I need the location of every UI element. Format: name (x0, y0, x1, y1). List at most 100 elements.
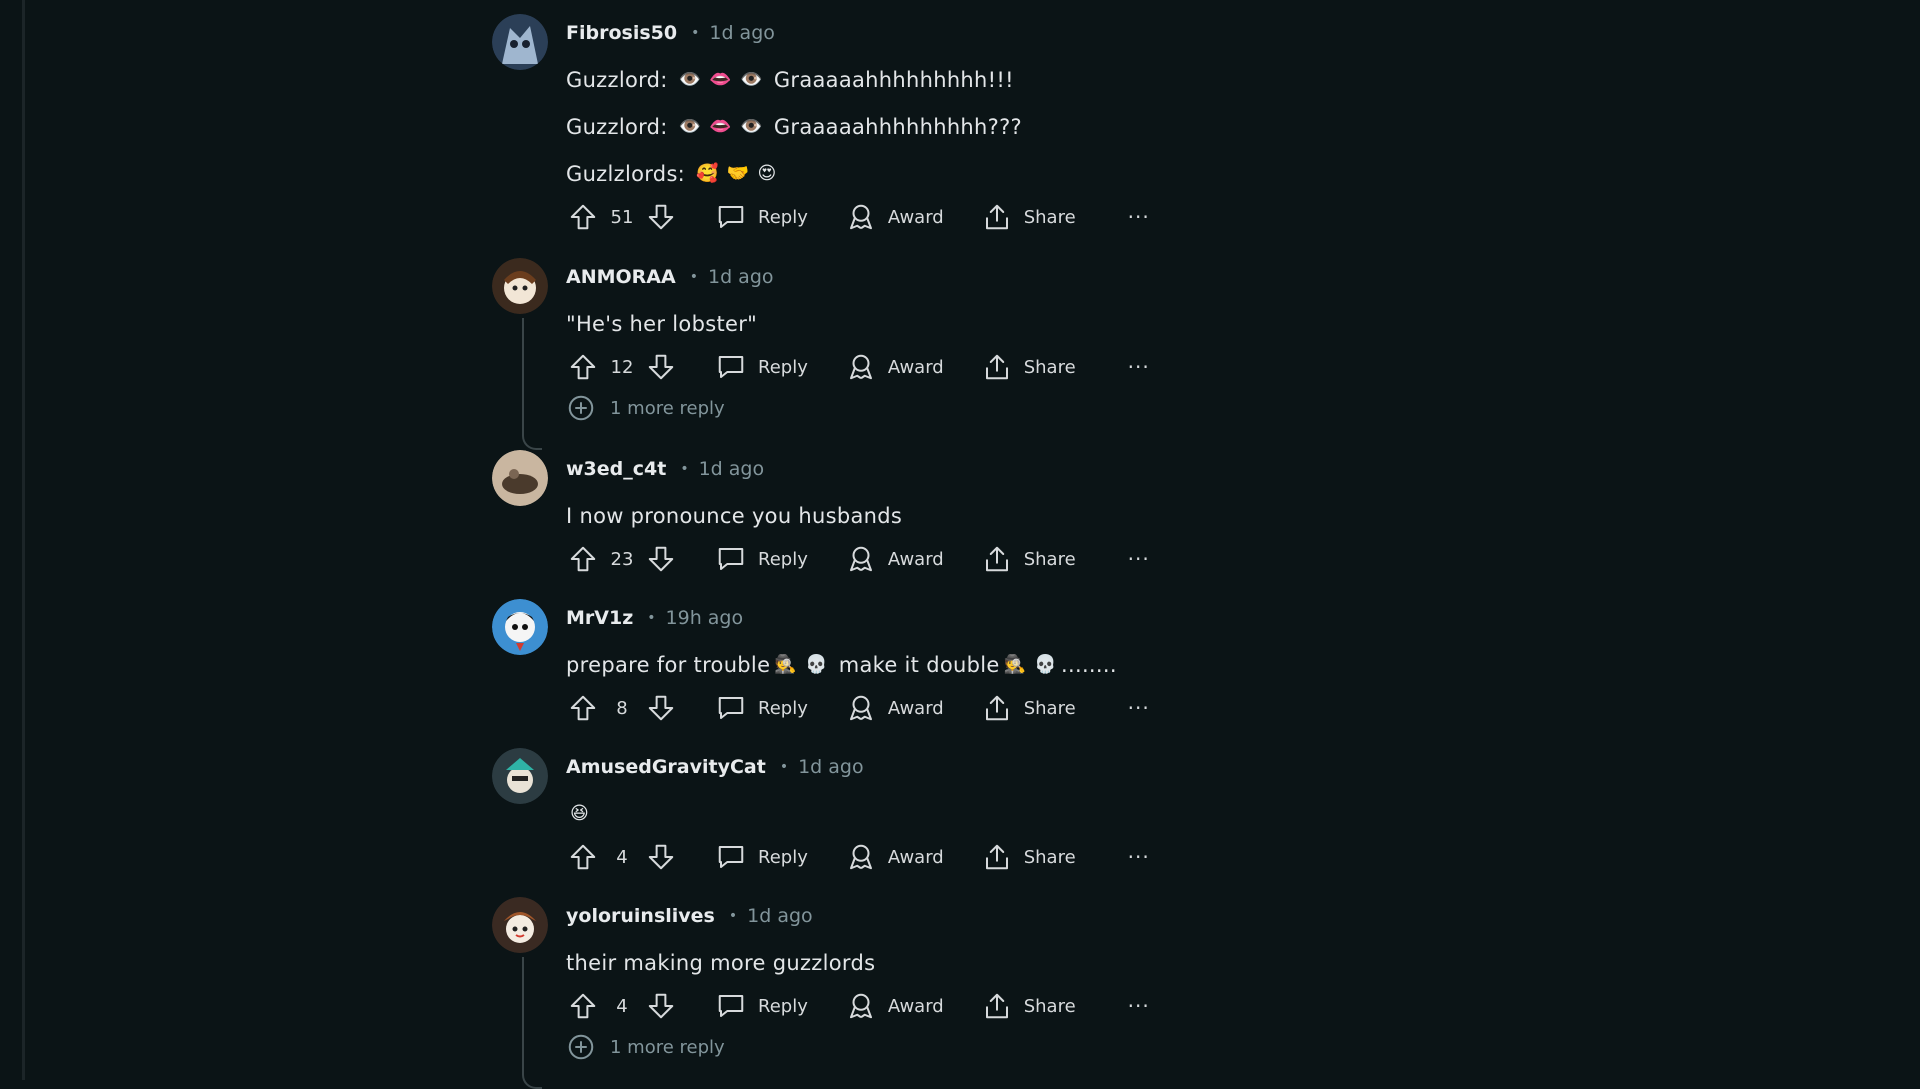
share-label: Share (1023, 206, 1076, 228)
comment-meta: yoloruinslives • 1d ago (566, 893, 1252, 939)
plus-circle-icon (568, 395, 594, 421)
thread-line[interactable] (522, 957, 542, 1089)
thread-line[interactable] (522, 318, 542, 450)
comment-body: "He's her lobster" (566, 311, 758, 336)
share-label: Share (1023, 697, 1076, 719)
more-replies-button[interactable]: 1 more reply (566, 387, 1252, 429)
share-button[interactable]: Share (982, 202, 1076, 232)
reply-button[interactable]: Reply (716, 991, 808, 1021)
timestamp: 1d ago (698, 458, 765, 480)
upvote-icon[interactable] (566, 542, 600, 576)
comment-meta: MrV1z • 19h ago (566, 595, 1252, 641)
timestamp: 1d ago (709, 22, 775, 44)
award-button[interactable]: Award (846, 842, 944, 872)
comment: w3ed_c4t • 1d ago I now pronounce you hu… (492, 446, 1252, 595)
share-button[interactable]: Share (982, 842, 1076, 872)
comment-body-line: Guzzlord: 👁️ 👄 👁️ Graaaaahhhhhhhhh!!! (566, 56, 1252, 103)
downvote-icon[interactable] (644, 989, 678, 1023)
award-label: Award (887, 697, 944, 719)
downvote-icon[interactable] (644, 840, 678, 874)
upvote-icon[interactable] (566, 989, 600, 1023)
reply-button[interactable]: Reply (716, 842, 808, 872)
timestamp: 1d ago (747, 905, 813, 927)
vote-score: 4 (616, 846, 628, 868)
award-label: Award (887, 356, 944, 378)
more-options-icon[interactable]: ··· (1128, 547, 1150, 571)
share-button[interactable]: Share (982, 352, 1076, 382)
share-button[interactable]: Share (982, 544, 1076, 574)
left-rail (0, 0, 25, 1080)
share-icon (985, 695, 1008, 721)
avatar[interactable] (492, 748, 548, 804)
line-suffix: Graaaaahhhhhhhhh!!! (773, 67, 1014, 92)
downvote-icon[interactable] (644, 350, 678, 384)
more-options-icon[interactable]: ··· (1128, 355, 1150, 379)
handshake-emoji: 🤝 (726, 163, 750, 184)
comment-meta: AmusedGravityCat • 1d ago (566, 744, 1252, 790)
downvote-icon[interactable] (644, 691, 678, 725)
award-button[interactable]: Award (846, 991, 944, 1021)
share-icon (985, 844, 1008, 870)
line-suffix: Graaaaahhhhhhhhh??? (773, 114, 1022, 139)
comment-actions: 23 Reply Award Share ··· (566, 539, 1252, 579)
comment: Fibrosis50 • 1d ago Guzzlord: 👁️ 👄 👁️ Gr… (492, 10, 1252, 254)
upvote-icon[interactable] (566, 350, 600, 384)
reply-button[interactable]: Reply (716, 202, 808, 232)
skull-emoji: 💀 (1034, 654, 1058, 675)
downvote-icon[interactable] (644, 200, 678, 234)
award-button[interactable]: Award (846, 693, 944, 723)
timestamp: 19h ago (665, 607, 744, 629)
award-button[interactable]: Award (846, 544, 944, 574)
share-button[interactable]: Share (982, 991, 1076, 1021)
author-name[interactable]: ANMORAA (566, 266, 676, 288)
line-prefix: Guzzlord: (566, 67, 668, 92)
downvote-icon[interactable] (644, 542, 678, 576)
vote-score: 51 (610, 206, 634, 228)
award-button[interactable]: Award (846, 352, 944, 382)
avatar[interactable] (492, 450, 548, 506)
avatar[interactable] (492, 14, 548, 70)
avatar[interactable] (492, 897, 548, 953)
more-options-icon[interactable]: ··· (1128, 205, 1150, 229)
more-options-icon[interactable]: ··· (1128, 845, 1150, 869)
reply-label: Reply (758, 697, 808, 719)
line-prefix: Guzlzlords: (566, 161, 686, 186)
reply-button[interactable]: Reply (716, 352, 808, 382)
author-name[interactable]: yoloruinslives (566, 905, 715, 927)
more-replies-button[interactable]: 1 more reply (566, 1026, 1252, 1068)
more-options-icon[interactable]: ··· (1128, 696, 1150, 720)
comment-actions: 4 Reply Award Share ··· (566, 837, 1252, 877)
avatar[interactable] (492, 258, 548, 314)
reply-label: Reply (758, 995, 808, 1017)
author-name[interactable]: Fibrosis50 (566, 22, 677, 44)
avatar[interactable] (492, 599, 548, 655)
text-part: ........ (1061, 652, 1117, 677)
laughing-emoji: 😆 (570, 803, 590, 824)
upvote-icon[interactable] (566, 840, 600, 874)
separator-dot: • (779, 759, 789, 775)
author-name[interactable]: w3ed_c4t (566, 458, 666, 480)
separator-dot: • (680, 461, 689, 477)
vote-score: 23 (610, 548, 634, 570)
eye-emoji: 👁️ (678, 116, 702, 137)
upvote-icon[interactable] (566, 691, 600, 725)
heart-eyes-emoji: 😍 (757, 163, 777, 184)
vote-score: 4 (616, 995, 628, 1017)
comment-meta: w3ed_c4t • 1d ago (566, 446, 1252, 492)
author-name[interactable]: AmusedGravityCat (566, 756, 766, 778)
comment-icon (718, 697, 744, 719)
award-button[interactable]: Award (846, 202, 944, 232)
share-button[interactable]: Share (982, 693, 1076, 723)
more-options-icon[interactable]: ··· (1128, 994, 1150, 1018)
vote-controls: 8 (566, 691, 678, 725)
upvote-icon[interactable] (566, 200, 600, 234)
share-label: Share (1023, 995, 1076, 1017)
comment-body: their making more guzzlords (566, 950, 876, 975)
comment: AmusedGravityCat • 1d ago 😆 4 Reply Awar… (492, 744, 1252, 893)
author-name[interactable]: MrV1z (566, 607, 633, 629)
reply-button[interactable]: Reply (716, 544, 808, 574)
separator-dot: • (728, 908, 738, 924)
reply-button[interactable]: Reply (716, 693, 808, 723)
comment-actions: 8 Reply Award Share ··· (566, 688, 1252, 728)
comment-body: prepare for trouble 🕵️ 💀 make it double … (566, 641, 1252, 688)
